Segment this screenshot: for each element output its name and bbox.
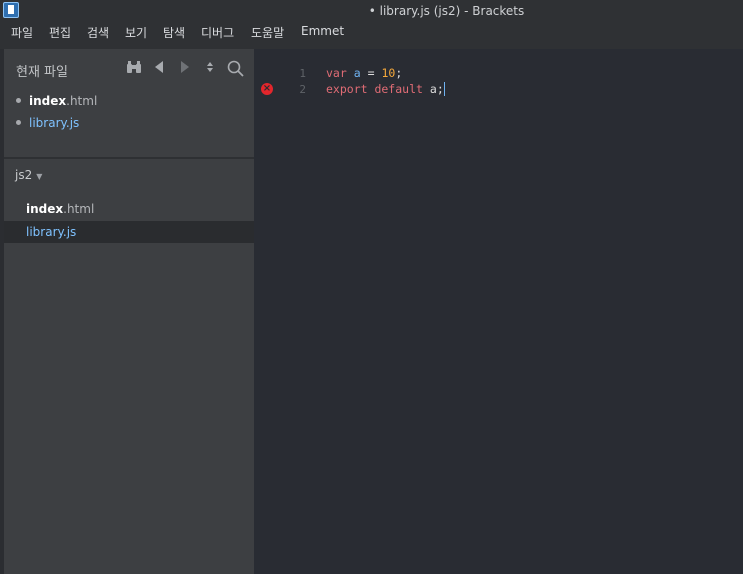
menu-navigate[interactable]: 탐색 (163, 24, 185, 41)
code-line[interactable]: var a = 10; (326, 66, 402, 80)
menu-view[interactable]: 보기 (125, 24, 147, 41)
up-down-arrows-icon[interactable] (206, 60, 214, 79)
text-cursor (443, 81, 445, 96)
binoculars-icon[interactable] (126, 60, 142, 79)
project-dropdown[interactable]: js2 ▼ (15, 168, 42, 182)
error-icon[interactable]: × (261, 83, 273, 95)
line-number: 2 (299, 83, 306, 96)
project-panel: js2 ▼ index.html library.js (4, 159, 254, 574)
menu-file[interactable]: 파일 (11, 24, 33, 41)
dot-icon (16, 120, 21, 125)
code-line[interactable]: export default a; (326, 81, 445, 96)
working-file-item-active[interactable]: library.js (16, 116, 79, 130)
menu-edit[interactable]: 편집 (49, 24, 71, 41)
menu-search[interactable]: 검색 (87, 24, 109, 41)
search-icon[interactable] (227, 60, 244, 82)
window-title: • library.js (js2) - Brackets (368, 4, 525, 18)
caret-down-icon: ▼ (36, 172, 43, 181)
menu-debug[interactable]: 디버그 (201, 24, 234, 41)
working-files-header: 현재 파일 (16, 65, 68, 80)
line-number: 1 (299, 67, 306, 80)
menu-emmet[interactable]: Emmet (301, 24, 344, 38)
working-files-panel: 현재 파일 index.html library.js (4, 49, 254, 159)
file-tree-item[interactable]: index.html (4, 198, 254, 220)
dot-icon (16, 98, 21, 103)
triangle-left-icon[interactable] (154, 60, 164, 79)
menu-bar: 파일 편집 검색 보기 탐색 디버그 도움말 Emmet (0, 22, 743, 49)
menu-help[interactable]: 도움말 (251, 24, 284, 41)
title-bar: • library.js (js2) - Brackets (0, 0, 743, 22)
code-editor[interactable]: × 1 2 var a = 10; export default a; (254, 49, 743, 574)
triangle-right-icon[interactable] (180, 60, 190, 79)
file-tree-item-selected[interactable]: library.js (4, 221, 254, 243)
sidebar: 현재 파일 index.html library.js js2 ▼ index.… (4, 49, 254, 574)
working-file-item[interactable]: index.html (16, 94, 97, 108)
